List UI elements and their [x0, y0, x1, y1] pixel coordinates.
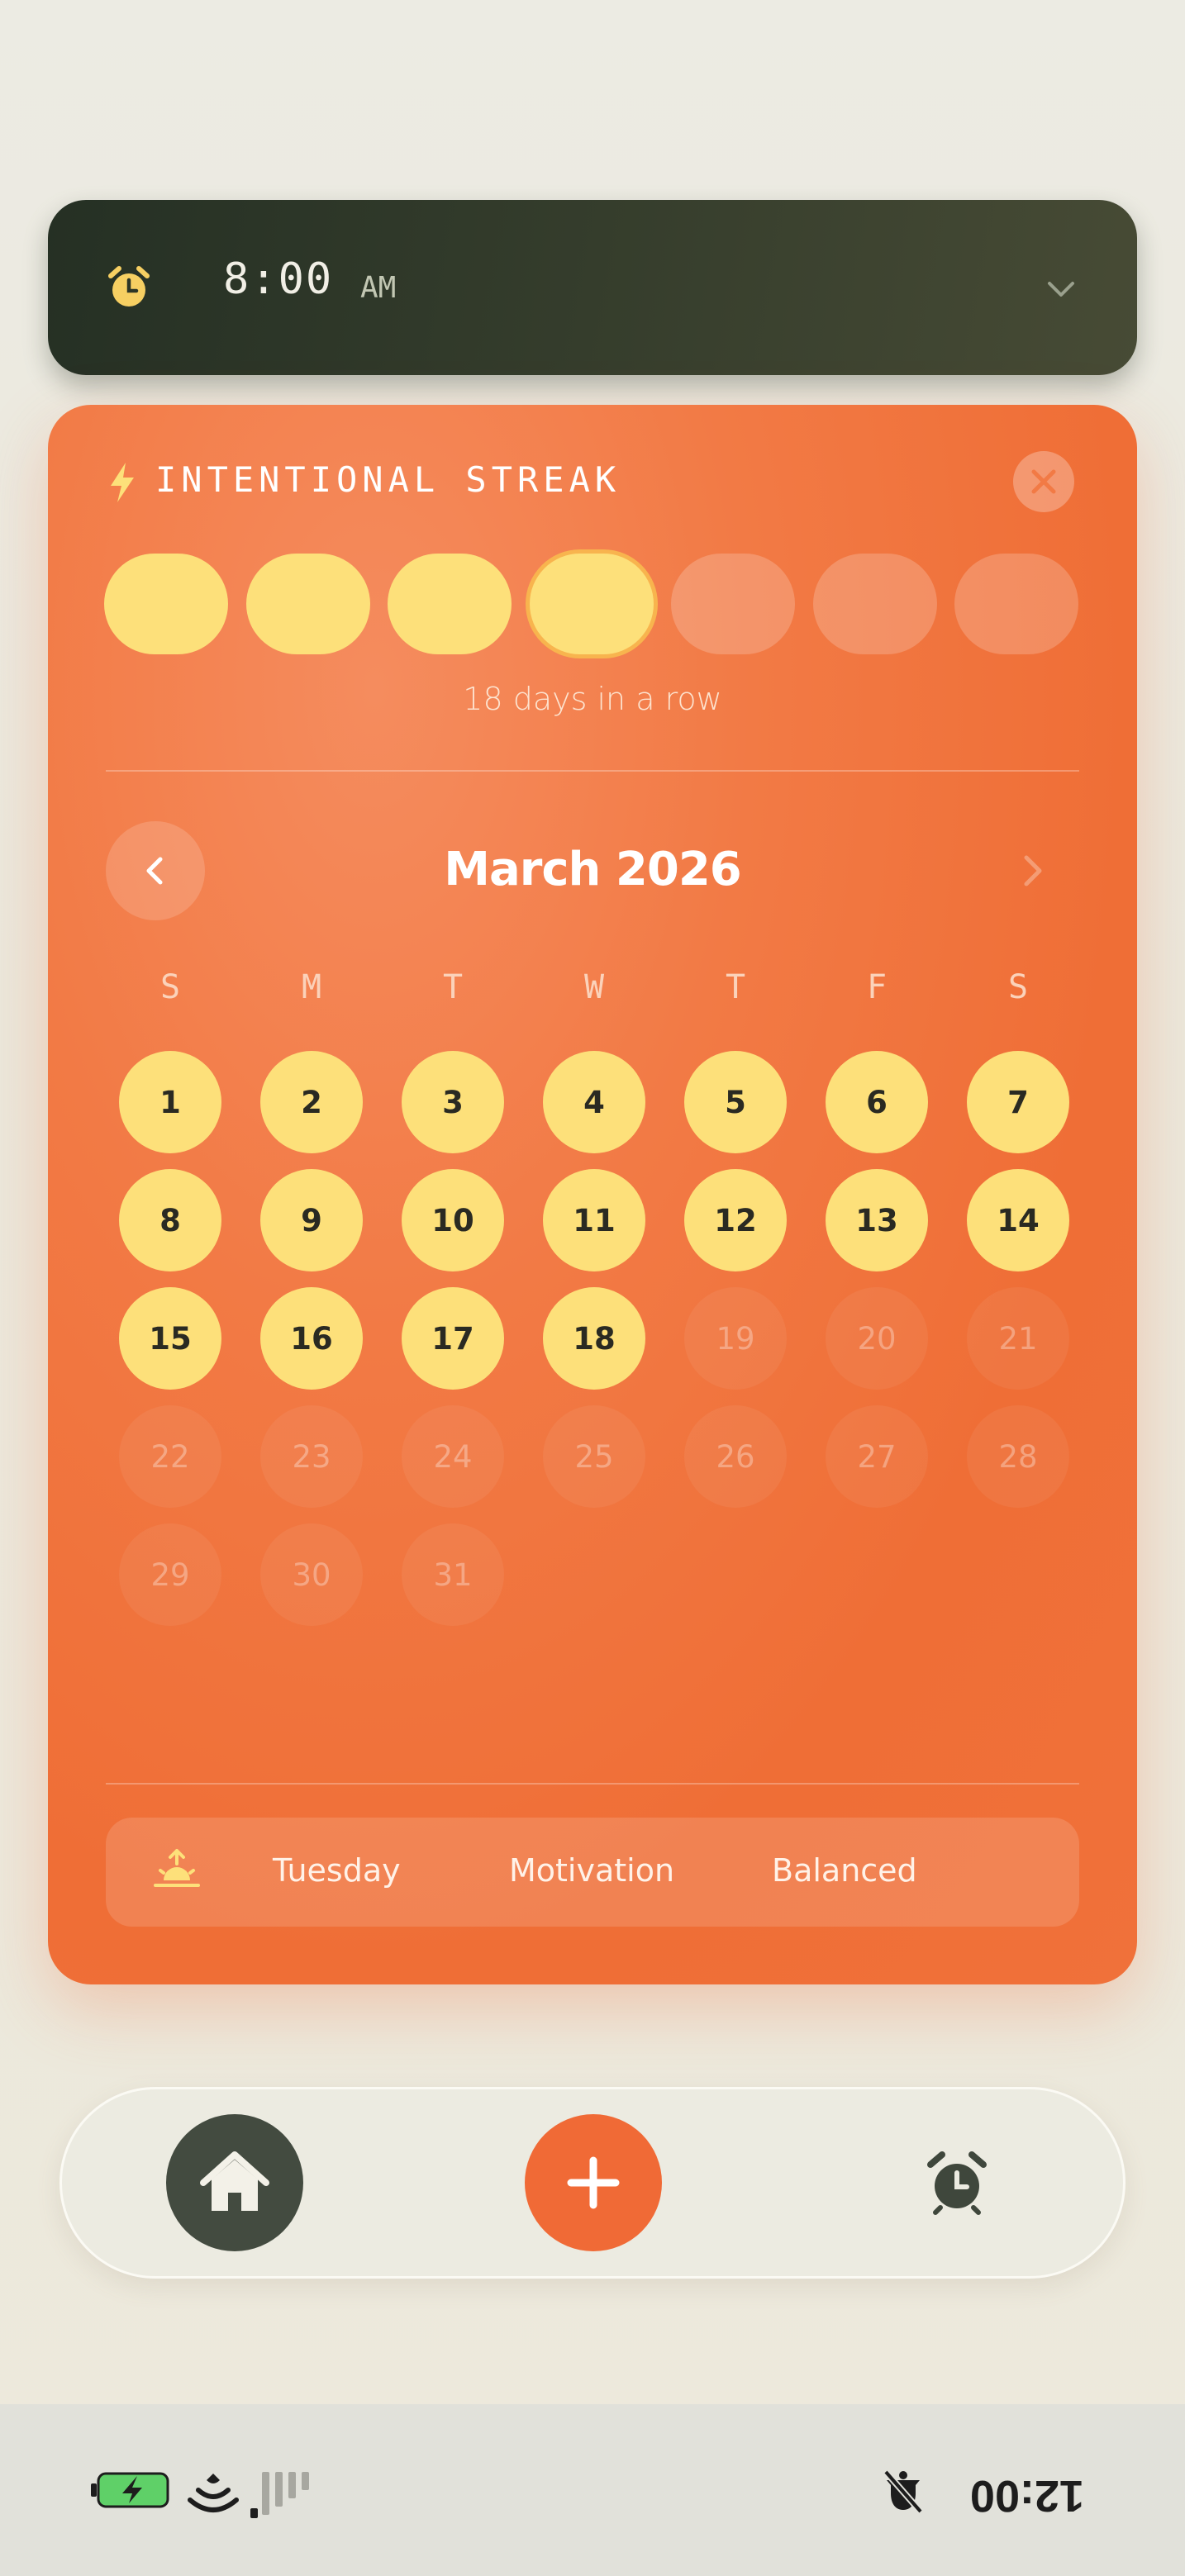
- lightning-bolt-icon: [111, 463, 134, 502]
- calendar-day-future[interactable]: 21: [967, 1287, 1069, 1390]
- calendar-day-completed[interactable]: 15: [119, 1287, 221, 1390]
- streak-pill-filled: [245, 554, 370, 654]
- chevron-down-icon[interactable]: [1043, 271, 1079, 307]
- bottom-navigation: [59, 2087, 1126, 2279]
- plus-icon: [567, 2156, 620, 2209]
- streak-pill-empty: [671, 554, 795, 654]
- alarm-clock-icon: [108, 266, 150, 307]
- calendar-day-completed[interactable]: 2: [260, 1051, 363, 1153]
- sunrise-icon: [154, 1849, 200, 1887]
- weekday-label: S: [1007, 968, 1029, 1006]
- weekday-label: T: [442, 968, 464, 1006]
- streak-title: INTENTIONAL STREAK: [155, 459, 621, 500]
- calendar-day-future[interactable]: 27: [826, 1405, 928, 1508]
- calendar-day-completed[interactable]: 11: [543, 1169, 645, 1271]
- divider: [106, 1783, 1079, 1785]
- status-bar: 12:00: [0, 2404, 1185, 2576]
- alarm-clock-icon: [927, 2151, 987, 2215]
- calendar-day-future[interactable]: 20: [826, 1287, 928, 1390]
- signal-strength-icon: [250, 2472, 309, 2518]
- streak-pill-filled: [388, 554, 512, 654]
- calendar-day-completed[interactable]: 5: [684, 1051, 787, 1153]
- calendar-day-future[interactable]: 22: [119, 1405, 221, 1508]
- close-button[interactable]: [1013, 451, 1074, 512]
- calendar-day-completed[interactable]: 4: [543, 1051, 645, 1153]
- calendar-day-future[interactable]: 29: [119, 1523, 221, 1626]
- weekday-label: T: [725, 968, 746, 1006]
- weekday-label: S: [159, 968, 181, 1006]
- home-icon: [200, 2151, 269, 2211]
- status-clock: 12:00: [969, 2471, 1084, 2521]
- calendar-day-future[interactable]: 25: [543, 1405, 645, 1508]
- wifi-icon: [188, 2474, 239, 2512]
- calendar-day-completed[interactable]: 18: [543, 1287, 645, 1390]
- muted-bell-icon: [883, 2469, 924, 2514]
- close-x-icon: [1031, 469, 1056, 494]
- calendar-day-future[interactable]: 23: [260, 1405, 363, 1508]
- info-day: Tuesday: [273, 1852, 401, 1889]
- alarm-time: 8:00: [223, 254, 334, 304]
- streak-card: INTENTIONAL STREAK 18 days in a row Marc…: [48, 405, 1137, 1984]
- month-label: March 2026: [444, 843, 742, 896]
- alarm-bar[interactable]: 8:00 AM: [48, 200, 1137, 375]
- weekday-label: F: [866, 968, 888, 1006]
- calendar-day-completed[interactable]: 13: [826, 1169, 928, 1271]
- home-button[interactable]: [166, 2114, 303, 2251]
- calendar-day-completed[interactable]: 10: [402, 1169, 504, 1271]
- alarm-ampm: AM: [360, 271, 397, 305]
- calendar-day-future[interactable]: 26: [684, 1405, 787, 1508]
- streak-pill-empty: [954, 554, 1078, 654]
- calendar-day-completed[interactable]: 3: [402, 1051, 504, 1153]
- calendar-day-completed[interactable]: 16: [260, 1287, 363, 1390]
- weekday-label: M: [301, 968, 322, 1006]
- add-button[interactable]: [525, 2114, 662, 2251]
- calendar-day-future[interactable]: 31: [402, 1523, 504, 1626]
- calendar-day-completed[interactable]: 6: [826, 1051, 928, 1153]
- calendar-day-completed[interactable]: 7: [967, 1051, 1069, 1153]
- calendar-day-future[interactable]: 28: [967, 1405, 1069, 1508]
- streak-progress-pills: [104, 554, 1079, 654]
- calendar-day-future[interactable]: 19: [684, 1287, 787, 1390]
- streak-pill-empty: [812, 554, 937, 654]
- calendar-day-future[interactable]: 24: [402, 1405, 504, 1508]
- calendar-day-completed[interactable]: 17: [402, 1287, 504, 1390]
- battery-charging-icon: [91, 2472, 169, 2508]
- streak-pill-filled: [104, 554, 228, 654]
- info-category: Motivation: [509, 1852, 675, 1889]
- calendar-day-completed[interactable]: 8: [119, 1169, 221, 1271]
- streak-pill-current: [529, 554, 654, 654]
- calendar-day-completed[interactable]: 14: [967, 1169, 1069, 1271]
- calendar-day-completed[interactable]: 9: [260, 1169, 363, 1271]
- streak-count-text: 18 days in a row: [463, 681, 722, 717]
- calendar-day-completed[interactable]: 12: [684, 1169, 787, 1271]
- weekday-label: W: [583, 968, 605, 1006]
- next-month-chevron-icon[interactable]: [1008, 846, 1058, 896]
- alarm-tab-button[interactable]: [921, 2147, 992, 2218]
- divider: [106, 770, 1079, 772]
- daily-info-bar: Tuesday Motivation Balanced: [106, 1818, 1079, 1927]
- calendar-day-completed[interactable]: 1: [119, 1051, 221, 1153]
- calendar-day-future[interactable]: 30: [260, 1523, 363, 1626]
- info-mode: Balanced: [772, 1852, 917, 1889]
